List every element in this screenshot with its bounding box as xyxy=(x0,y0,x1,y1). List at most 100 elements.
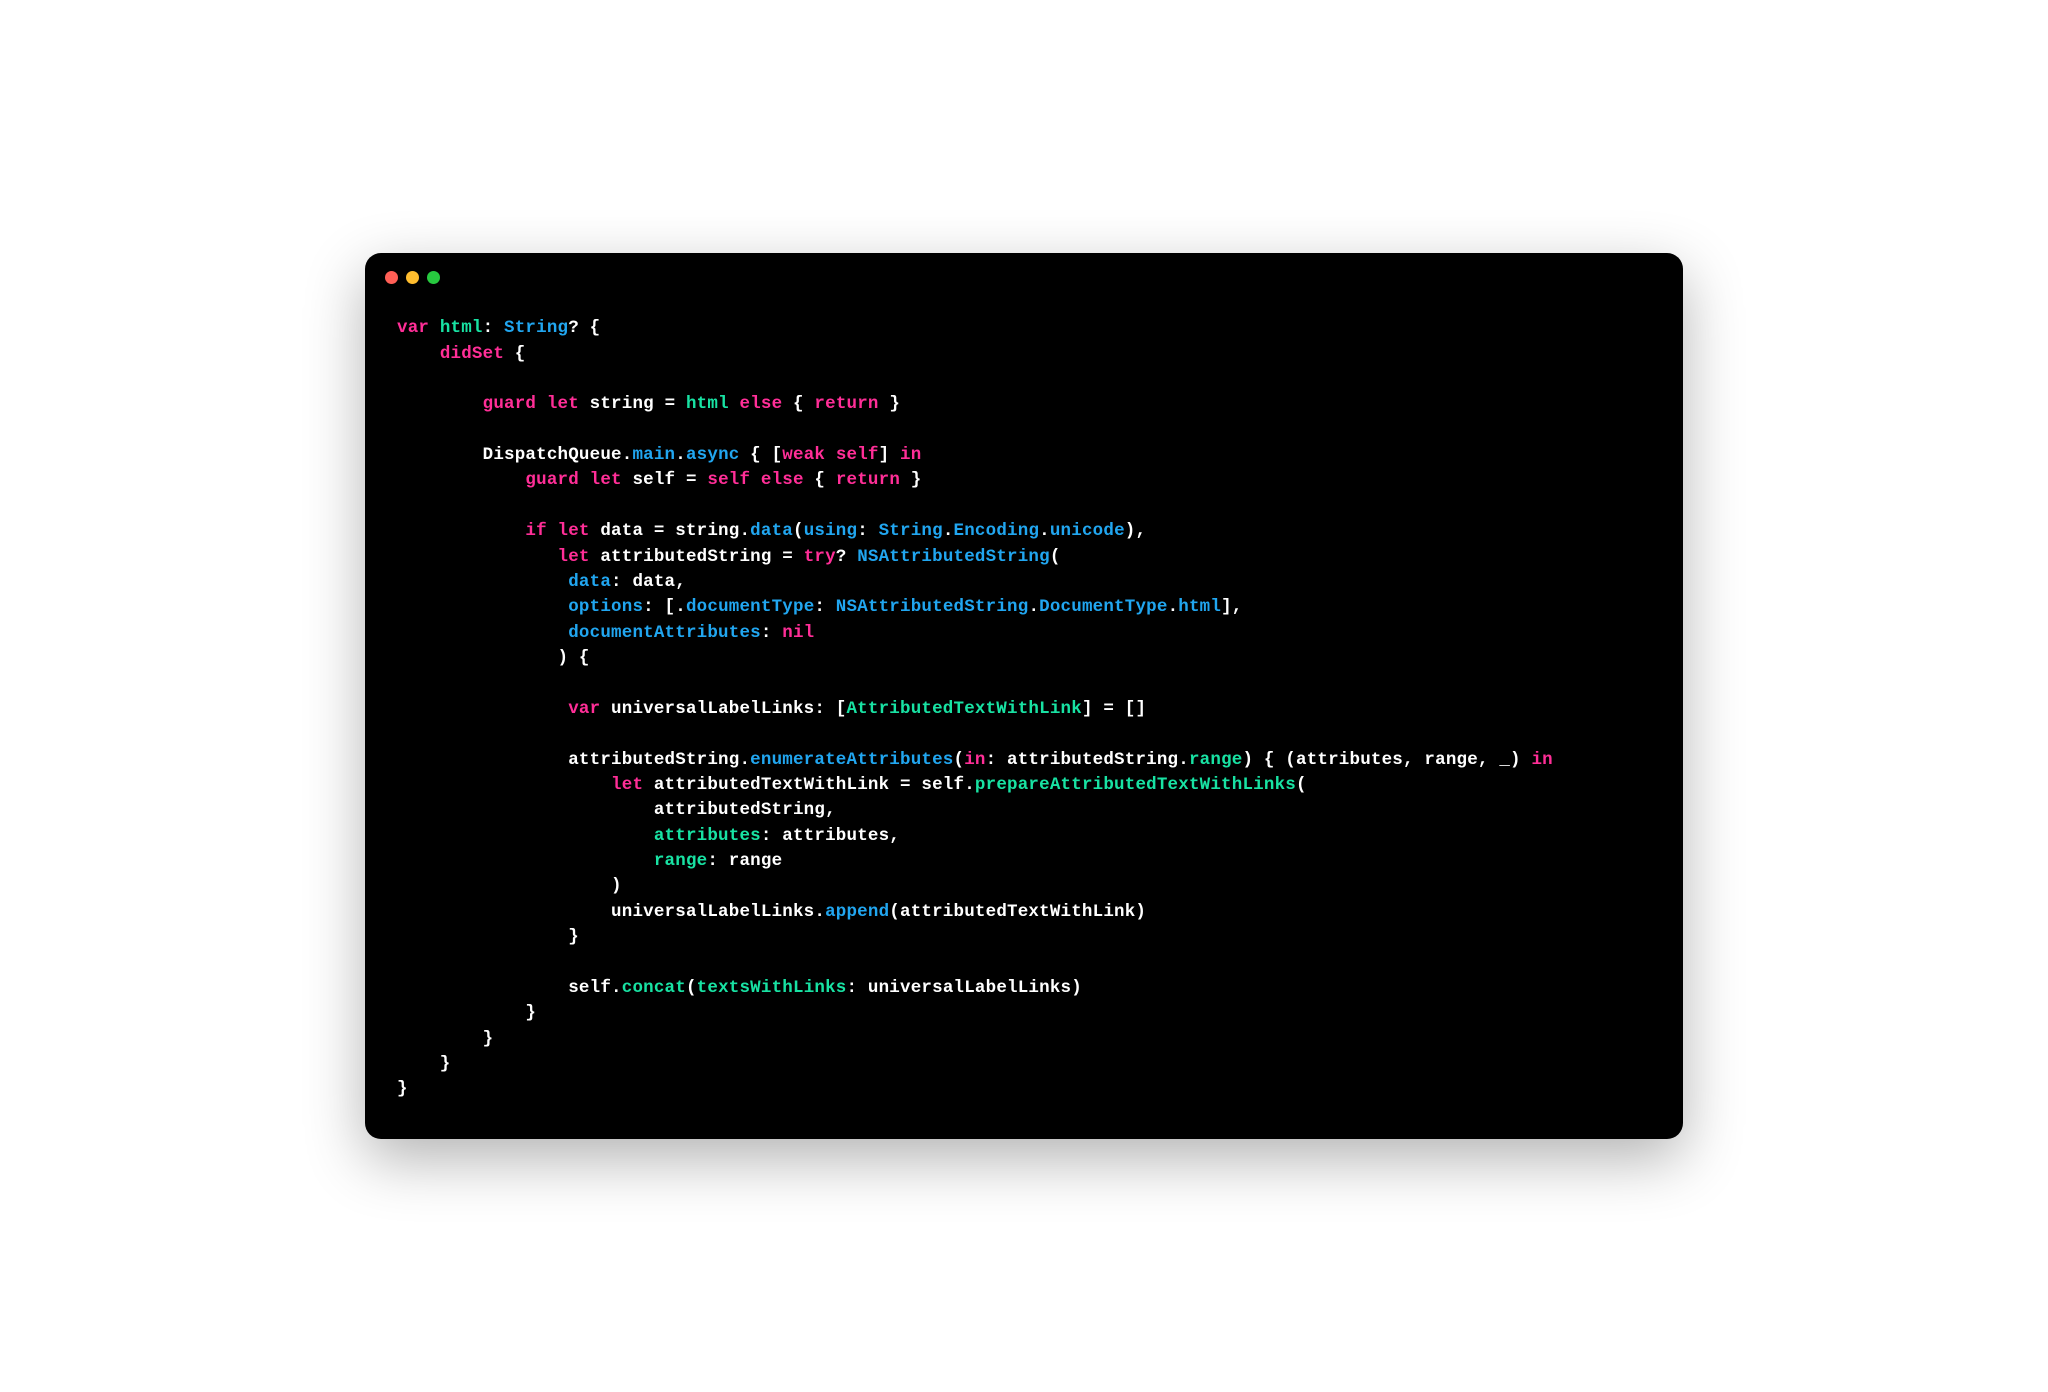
code-token: range xyxy=(1189,750,1243,770)
code-token xyxy=(397,699,568,719)
code-token xyxy=(429,318,440,338)
code-token: : xyxy=(761,623,782,643)
code-token: ] = [] xyxy=(1082,699,1146,719)
code-token: guard xyxy=(483,394,537,414)
code-token xyxy=(397,826,654,846)
code-token: textsWithLinks xyxy=(697,978,847,998)
code-token: let xyxy=(590,470,622,490)
code-token: self = xyxy=(622,470,708,490)
code-token: : [. xyxy=(643,597,686,617)
code-token: DocumentType xyxy=(1039,597,1167,617)
code-token xyxy=(397,394,483,414)
code-token: let xyxy=(611,775,643,795)
code-token xyxy=(397,851,654,871)
code-token: else xyxy=(740,394,783,414)
code-token: options xyxy=(568,597,643,617)
code-token: } xyxy=(397,1003,536,1023)
code-editor-window: var html: String? { didSet { guard let s… xyxy=(365,253,1683,1139)
code-token: let xyxy=(558,521,590,541)
code-token: { [ xyxy=(739,445,782,465)
close-icon[interactable] xyxy=(385,271,398,284)
code-token: String xyxy=(879,521,943,541)
code-token xyxy=(397,623,568,643)
code-token: in xyxy=(964,750,985,770)
code-token: : xyxy=(483,318,504,338)
code-token: ], xyxy=(1221,597,1242,617)
code-token: in xyxy=(1531,750,1552,770)
code-token: attributes xyxy=(654,826,761,846)
code-token: ( xyxy=(954,750,965,770)
code-token: weak xyxy=(782,445,825,465)
code-token: self xyxy=(836,445,879,465)
maximize-icon[interactable] xyxy=(427,271,440,284)
code-token xyxy=(397,775,611,795)
code-token: : universalLabelLinks) xyxy=(847,978,1082,998)
code-token: else xyxy=(761,470,804,490)
code-token: var xyxy=(568,699,600,719)
code-token: didSet xyxy=(440,344,504,364)
code-token: ) xyxy=(397,876,622,896)
code-token: let xyxy=(547,394,579,414)
code-token: . xyxy=(1168,597,1179,617)
code-token: try xyxy=(804,547,836,567)
code-token xyxy=(825,445,836,465)
code-token: string = xyxy=(579,394,686,414)
code-token xyxy=(397,521,525,541)
code-token xyxy=(397,547,558,567)
code-token: } xyxy=(397,927,579,947)
code-token: unicode xyxy=(1050,521,1125,541)
code-token: universalLabelLinks. xyxy=(397,902,825,922)
code-token: async xyxy=(686,445,740,465)
code-token: } xyxy=(900,470,921,490)
code-token xyxy=(536,394,547,414)
code-token xyxy=(397,597,568,617)
code-token: ), xyxy=(1125,521,1146,541)
code-token: } xyxy=(397,1029,493,1049)
code-token: return xyxy=(836,470,900,490)
code-token: { xyxy=(804,470,836,490)
code-token: if xyxy=(525,521,546,541)
code-token: NSAttributedString xyxy=(857,547,1050,567)
code-token: NSAttributedString xyxy=(836,597,1029,617)
code-token: Encoding xyxy=(954,521,1040,541)
code-token: DispatchQueue. xyxy=(397,445,632,465)
code-token: ) { (attributes, range, _) xyxy=(1242,750,1531,770)
code-token: ? xyxy=(836,547,857,567)
code-token xyxy=(729,394,740,414)
code-token: self xyxy=(707,470,750,490)
code-token: guard xyxy=(525,470,579,490)
code-content: var html: String? { didSet { guard let s… xyxy=(365,292,1683,1139)
code-token: : attributes, xyxy=(761,826,900,846)
code-token: return xyxy=(814,394,878,414)
code-token: AttributedTextWithLink xyxy=(846,699,1081,719)
code-token: prepareAttributedTextWithLinks xyxy=(975,775,1296,795)
code-token: : range xyxy=(707,851,782,871)
code-token: data xyxy=(750,521,793,541)
code-token: attributedTextWithLink = self. xyxy=(643,775,975,795)
code-token: html xyxy=(686,394,729,414)
code-token xyxy=(750,470,761,490)
code-token: ) { xyxy=(397,648,590,668)
code-token: { xyxy=(504,344,525,364)
code-token: String xyxy=(504,318,568,338)
code-token: universalLabelLinks: [ xyxy=(600,699,846,719)
code-token: } xyxy=(397,1054,451,1074)
code-token: let xyxy=(558,547,590,567)
code-token: data xyxy=(568,572,611,592)
code-token: ( xyxy=(1296,775,1307,795)
code-token: } xyxy=(397,1079,408,1099)
minimize-icon[interactable] xyxy=(406,271,419,284)
code-token xyxy=(579,470,590,490)
window-titlebar xyxy=(365,253,1683,292)
code-token xyxy=(547,521,558,541)
code-token xyxy=(397,344,440,364)
code-token: range xyxy=(654,851,708,871)
code-token: : xyxy=(814,597,835,617)
code-token: documentType xyxy=(686,597,814,617)
code-token: html xyxy=(440,318,483,338)
code-token: ] xyxy=(879,445,900,465)
code-token: data = string. xyxy=(590,521,751,541)
code-token: var xyxy=(397,318,429,338)
code-token: . xyxy=(943,521,954,541)
code-token: : attributedString. xyxy=(986,750,1189,770)
